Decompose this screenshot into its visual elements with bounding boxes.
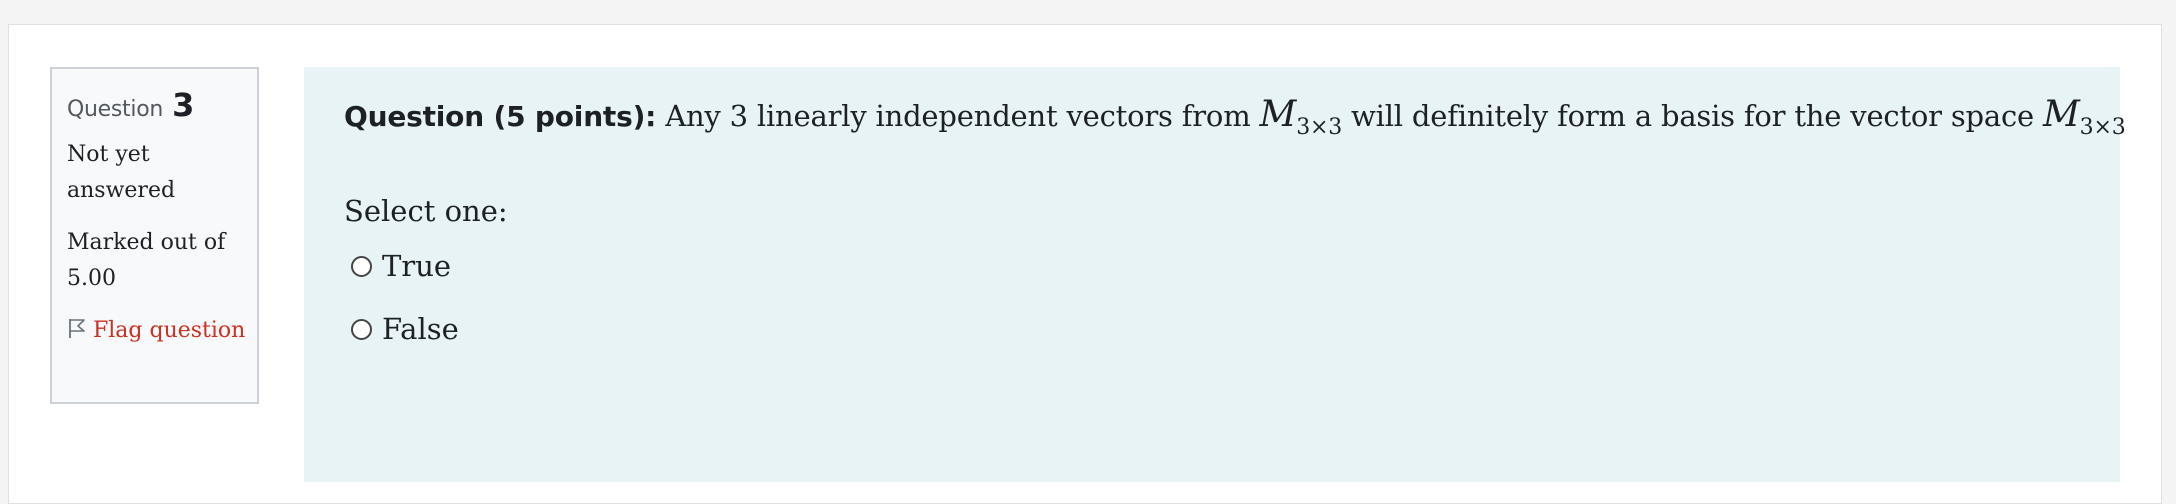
math-symbol: M (1259, 94, 1297, 135)
answer-label: False (382, 312, 459, 347)
question-points-prefix: Question (5 points): (344, 100, 657, 133)
math-matrix-space-2: M3×3 (2043, 94, 2126, 140)
question-info-panel: Question 3 Not yet answered Marked out o… (50, 67, 259, 404)
question-label: Question (67, 97, 163, 122)
flag-question-link[interactable]: Flag question (67, 313, 247, 349)
flag-question-label: Flag question (93, 318, 246, 343)
answer-option-false[interactable]: False (351, 309, 2080, 349)
question-text: Question (5 points): Any 3 linearly inde… (344, 93, 2126, 150)
question-text-part1: Any 3 linearly independent vectors from (656, 99, 1260, 133)
radio-button[interactable] (351, 318, 372, 340)
math-symbol: M (2043, 94, 2080, 135)
math-matrix-space-1: M3×3 (1259, 94, 1343, 140)
question-grade: Marked out of 5.00 (67, 230, 226, 291)
flag-outline-icon (67, 315, 87, 338)
question-content: Question (5 points): Any 3 linearly inde… (304, 67, 2126, 482)
math-subscript: 3×3 (2079, 115, 2126, 141)
answer-option-true[interactable]: True (351, 246, 2080, 286)
question-number: 3 (172, 86, 195, 124)
question-number-heading: Question 3 (67, 85, 243, 127)
question-state: Not yet answered (67, 142, 176, 203)
radio-button[interactable] (351, 255, 372, 277)
answer-label: True (382, 249, 452, 284)
select-one-prompt: Select one: (344, 194, 508, 229)
math-subscript: 3×3 (1296, 115, 1343, 141)
question-text-part2: will definitely form a basis for the vec… (1342, 99, 2043, 133)
